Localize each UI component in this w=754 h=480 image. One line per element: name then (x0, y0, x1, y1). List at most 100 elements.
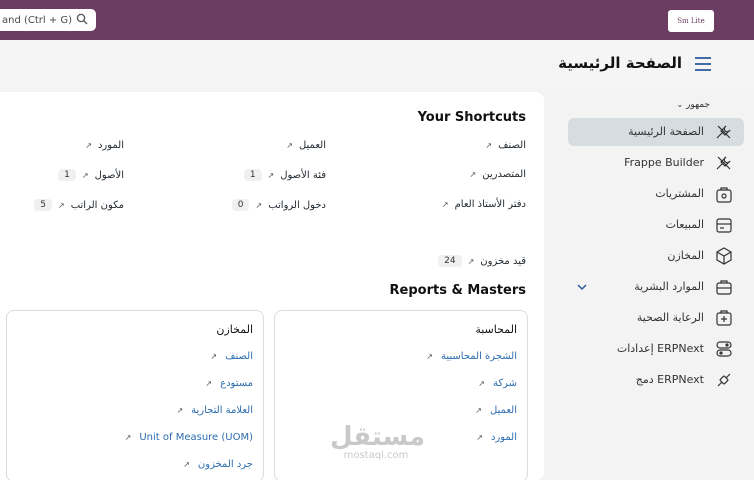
count-badge: 0 (231, 199, 250, 211)
page-title: الصفحة الرئيسية (558, 54, 682, 72)
arrow-up-right-icon: ↗ (426, 352, 433, 361)
shortcut-item[interactable]: الصنف ↗ (485, 140, 526, 151)
sidebar-item-label: المبيعات (665, 218, 704, 231)
medical-kit-icon (716, 310, 732, 326)
sidebar-item-label: المشتريات (655, 187, 704, 200)
card-link-label: المورد (490, 432, 517, 443)
arrow-up-right-icon: ↗ (467, 256, 475, 266)
card-stock: المخازن ↗ الصنف ↗ مستودع ↗ العلامة التجا… (6, 310, 264, 480)
shortcut-item[interactable]: العميل ↗ (286, 140, 326, 151)
arrow-up-right-icon: ↗ (210, 352, 218, 361)
search-placeholder: and (Ctrl + G) (2, 14, 73, 26)
arrow-up-right-icon: ↗ (485, 141, 493, 150)
sidebar-item-label: المخازن (667, 249, 704, 262)
toggle-icon (716, 341, 732, 357)
arrow-up-right-icon: ↗ (255, 200, 263, 210)
shortcut-label: فئة الأصول (280, 169, 326, 181)
sidebar-item-erpnext-integrations[interactable]: دمج ERPNext (568, 366, 744, 394)
card-link-label: الصنف (225, 351, 253, 362)
shortcut-item[interactable]: المورد ↗ (85, 140, 124, 151)
briefcase-icon (716, 280, 732, 295)
arrow-up-right-icon: ↗ (176, 406, 184, 415)
card-link-label: الشجرة المحاسبية (440, 351, 517, 362)
shortcut-item[interactable]: قيد مخزون ↗ 24 (438, 255, 526, 267)
card-link[interactable]: ↗ العلامة التجارية (176, 405, 253, 416)
shortcuts-title: Your Shortcuts (417, 110, 526, 125)
sidebar-item-buying[interactable]: المشتريات (568, 180, 744, 208)
shortcut-label: قيد مخزون (480, 255, 526, 267)
count-badge: 5 (34, 199, 52, 211)
card-link[interactable]: ↗ المورد (476, 432, 517, 443)
shortcut-item[interactable]: الأصول ↗ 1 (58, 169, 124, 181)
shortcut-label: مكون الراتب (70, 199, 124, 211)
main-content: Your Shortcuts الصنف ↗ العميل ↗ المورد ↗… (0, 92, 544, 480)
page-header: الصفحة الرئيسية (0, 40, 754, 88)
shortcut-item[interactable]: دخول الرواتب ↗ 0 (231, 199, 326, 211)
sidebar-item-label: دمج ERPNext (635, 373, 704, 386)
sidebar-item-healthcare[interactable]: الرعاية الصحية (568, 304, 744, 332)
card-link[interactable]: ↗ جرد المخزون (183, 459, 253, 470)
shortcut-label: الصنف (498, 140, 526, 151)
arrow-up-right-icon: ↗ (205, 379, 213, 388)
shortcut-label: الأصول (94, 169, 124, 181)
app-logo[interactable]: Sm Lite (668, 10, 714, 32)
shortcut-item[interactable]: دفتر الأستاذ العام ↗ (442, 199, 526, 210)
search-bar[interactable]: and (Ctrl + G) (0, 9, 96, 31)
tools-icon (716, 156, 731, 170)
sidebar-item-home[interactable]: الصفحة الرئيسية (568, 118, 744, 146)
arrow-up-right-icon: ↗ (476, 433, 483, 442)
shortcut-label: دفتر الأستاذ العام (454, 199, 526, 210)
card-link[interactable]: ↗ شركة (478, 378, 517, 389)
card-link[interactable]: ↗ مستودع (205, 378, 253, 389)
top-navbar: and (Ctrl + G) Sm Lite (0, 0, 754, 40)
arrow-up-right-icon: ↗ (85, 141, 92, 150)
watermark: مستقل mostaql.com (330, 422, 426, 461)
card-link-label: شركة (492, 378, 517, 389)
sidebar-item-label: الرعاية الصحية (636, 311, 704, 324)
card-link-label: مستودع (220, 378, 253, 389)
card-link[interactable]: ↗ العميل (475, 405, 517, 416)
card-link-label: العلامة التجارية (191, 405, 253, 416)
sidebar-item-selling[interactable]: المبيعات (568, 211, 744, 239)
shortcut-label: العميل (298, 140, 326, 151)
card-link[interactable]: ↗ Unit of Measure (UOM) (125, 432, 253, 443)
search-icon (76, 13, 88, 25)
shortcut-item[interactable]: المتصدرين ↗ (470, 169, 526, 180)
shortcut-label: المورد (97, 140, 124, 151)
sidebar: جمهور ⌄ الصفحة الرئيسية Frappe Builder ا… (546, 92, 754, 480)
arrow-up-right-icon: ↗ (475, 406, 482, 415)
shortcut-label: المتصدرين (482, 169, 526, 180)
sidebar-item-erpnext-settings[interactable]: إعدادات ERPNext (568, 335, 744, 363)
wallet-icon (716, 218, 732, 233)
card-link[interactable]: ↗ الشجرة المحاسبية (426, 351, 517, 362)
arrow-up-right-icon: ↗ (267, 170, 275, 180)
sidebar-group-header[interactable]: جمهور ⌄ (677, 100, 711, 110)
cube-icon (716, 247, 732, 265)
card-title: المحاسبة (475, 323, 517, 336)
card-link-label: جرد المخزون (197, 459, 253, 470)
sidebar-item-frappe-builder[interactable]: Frappe Builder (568, 149, 744, 177)
arrow-up-right-icon: ↗ (183, 460, 190, 469)
chevron-down-icon: ⌄ (676, 100, 684, 109)
reports-title: Reports & Masters (389, 283, 526, 298)
chevron-down-icon[interactable] (576, 281, 588, 293)
arrow-up-right-icon: ↗ (478, 379, 485, 388)
watermark-arabic: مستقل (330, 422, 426, 452)
arrow-up-right-icon: ↗ (286, 141, 293, 150)
sidebar-item-label: Frappe Builder (624, 156, 704, 169)
sidebar-item-hr[interactable]: الموارد البشرية (568, 273, 744, 301)
shortcut-item[interactable]: مكون الراتب ↗ 5 (34, 199, 124, 211)
card-link[interactable]: ↗ الصنف (210, 351, 253, 362)
shortcut-item[interactable]: فئة الأصول ↗ 1 (243, 169, 326, 181)
count-badge: 24 (438, 255, 462, 267)
sidebar-item-label: الموارد البشرية (634, 280, 704, 293)
tools-icon (716, 125, 731, 139)
hamburger-menu-icon[interactable] (694, 56, 712, 72)
sidebar-item-stock[interactable]: المخازن (568, 242, 744, 270)
card-title: المخازن (216, 323, 253, 336)
shortcut-label: دخول الرواتب (268, 199, 326, 211)
count-badge: 1 (58, 169, 76, 181)
arrow-up-right-icon: ↗ (58, 200, 65, 210)
basket-icon (716, 187, 732, 203)
arrow-up-right-icon: ↗ (441, 200, 449, 209)
